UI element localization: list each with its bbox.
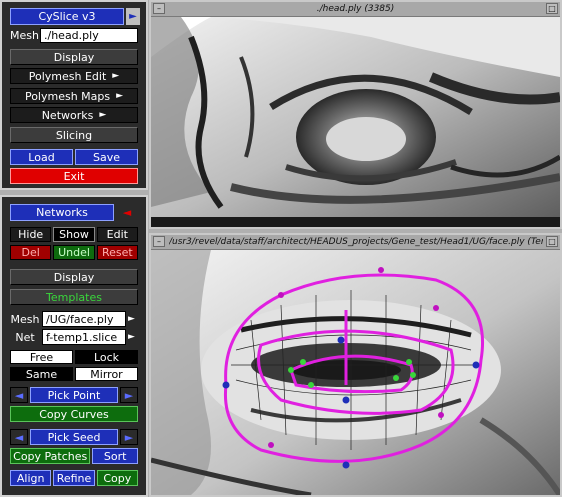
submenu-arrow-icon: ► — [116, 91, 124, 101]
mesh-input[interactable]: ./head.ply — [40, 28, 138, 43]
polymesh-edit-label: Polymesh Edit — [28, 69, 107, 83]
display-button[interactable]: Display — [10, 49, 138, 65]
undel-button[interactable]: Undel — [53, 245, 95, 260]
pick-seed-prev-icon[interactable]: ◄ — [10, 429, 28, 445]
submenu-arrow-icon: ► — [112, 71, 120, 81]
window-menu-icon[interactable]: – — [153, 3, 165, 14]
sort-button[interactable]: Sort — [92, 448, 138, 464]
face-template-render[interactable] — [151, 250, 560, 495]
template-mesh-label: Mesh — [10, 312, 40, 326]
mesh-row: Mesh ./head.ply — [10, 28, 138, 43]
copy-curves-row: Copy Curves — [10, 406, 138, 422]
template-mesh-row: Mesh /UG/face.ply ► — [10, 311, 138, 327]
reset-button[interactable]: Reset — [96, 245, 138, 260]
lock-toggle[interactable]: Lock — [75, 350, 138, 364]
template-net-input[interactable]: f-temp1.slice — [42, 329, 126, 345]
delete-row: Del Undel Reset — [10, 245, 138, 260]
del-button[interactable]: Del — [10, 245, 52, 260]
display-row: Display — [10, 49, 138, 65]
pick-point-next-icon[interactable]: ► — [120, 387, 138, 403]
template-mesh-input[interactable]: /UG/face.ply — [42, 311, 126, 327]
polymesh-maps-label: Polymesh Maps — [24, 89, 111, 103]
head-viewer-window: – ./head.ply (3385) □ — [149, 0, 562, 229]
edit-button[interactable]: Edit — [96, 227, 138, 242]
window-maximize-icon[interactable]: □ — [546, 236, 558, 247]
copy-curves-button[interactable]: Copy Curves — [10, 406, 138, 422]
copy-patches-button[interactable]: Copy Patches — [10, 448, 91, 464]
viewer-title: /usr3/revel/data/staff/architect/HEADUS_… — [169, 237, 543, 247]
net-display-row: Display — [10, 269, 138, 285]
exit-button[interactable]: Exit — [10, 168, 138, 184]
templates-button[interactable]: Templates — [10, 289, 138, 305]
cyslice-main-panel: CySlice v3 ► Mesh ./head.ply Display Pol… — [0, 0, 148, 190]
window-menu-icon[interactable]: – — [153, 236, 165, 247]
pick-point-prev-icon[interactable]: ◄ — [10, 387, 28, 403]
viewer-title: ./head.ply (3385) — [316, 4, 395, 14]
mirror-toggle[interactable]: Mirror — [75, 367, 138, 381]
viewer-titlebar: – /usr3/revel/data/staff/architect/HEADU… — [151, 235, 560, 250]
viewer-titlebar: – ./head.ply (3385) □ — [151, 2, 560, 17]
template-viewer-window: – /usr3/revel/data/staff/architect/HEADU… — [149, 233, 562, 497]
templates-row: Templates — [10, 289, 138, 305]
slicing-button[interactable]: Slicing — [10, 127, 138, 143]
polymesh-maps-menu[interactable]: Polymesh Maps ► — [10, 88, 138, 104]
pick-seed-next-icon[interactable]: ► — [120, 429, 138, 445]
load-button[interactable]: Load — [10, 149, 73, 165]
same-toggle[interactable]: Same — [10, 367, 73, 381]
networks-panel: Networks ◄ Hide Show Edit Del Undel Rese… — [0, 195, 148, 497]
polymesh-maps-row: Polymesh Maps ► — [10, 88, 138, 104]
networks-menu[interactable]: Networks ► — [10, 107, 138, 123]
slicing-row: Slicing — [10, 127, 138, 143]
window-maximize-icon[interactable]: □ — [546, 3, 558, 14]
title-row: CySlice v3 ► — [10, 8, 140, 25]
align-row: Align Refine Copy — [10, 470, 138, 486]
free-lock-row: Free Lock — [10, 350, 138, 364]
menu-arrow-icon[interactable]: ► — [126, 8, 140, 25]
align-button[interactable]: Align — [10, 470, 52, 486]
pick-point-row: ◄ Pick Point ► — [10, 387, 138, 403]
submenu-arrow-icon: ► — [99, 110, 107, 120]
pick-seed-row: ◄ Pick Seed ► — [10, 429, 138, 445]
mesh-arrow-icon[interactable]: ► — [128, 311, 138, 327]
copy-button[interactable]: Copy — [96, 470, 138, 486]
mesh-label: Mesh — [10, 29, 39, 42]
template-net-row: Net f-temp1.slice ► — [10, 329, 138, 345]
networks-label: Networks — [41, 108, 94, 122]
polymesh-edit-menu[interactable]: Polymesh Edit ► — [10, 68, 138, 84]
visibility-row: Hide Show Edit — [10, 227, 138, 242]
head-mesh-render[interactable] — [151, 17, 560, 227]
exit-row: Exit — [10, 168, 138, 184]
pick-seed-button[interactable]: Pick Seed — [30, 429, 118, 445]
polymesh-edit-row: Polymesh Edit ► — [10, 68, 138, 84]
networks-row: Networks ► — [10, 107, 138, 123]
refine-button[interactable]: Refine — [53, 470, 95, 486]
load-save-row: Load Save — [10, 149, 138, 165]
free-toggle[interactable]: Free — [10, 350, 73, 364]
copy-patches-row: Copy Patches Sort — [10, 448, 138, 464]
hide-button[interactable]: Hide — [10, 227, 52, 242]
show-button[interactable]: Show — [53, 227, 95, 242]
net-arrow-icon[interactable]: ► — [128, 329, 138, 345]
collapse-arrow-icon[interactable]: ◄ — [116, 204, 138, 221]
same-mirror-row: Same Mirror — [10, 367, 138, 381]
networks-title-row: Networks ◄ — [10, 204, 138, 221]
app-title-button[interactable]: CySlice v3 — [10, 8, 124, 25]
display-button[interactable]: Display — [10, 269, 138, 285]
pick-point-button[interactable]: Pick Point — [30, 387, 118, 403]
save-button[interactable]: Save — [75, 149, 138, 165]
template-net-label: Net — [15, 330, 35, 344]
networks-title-button[interactable]: Networks — [10, 204, 114, 221]
